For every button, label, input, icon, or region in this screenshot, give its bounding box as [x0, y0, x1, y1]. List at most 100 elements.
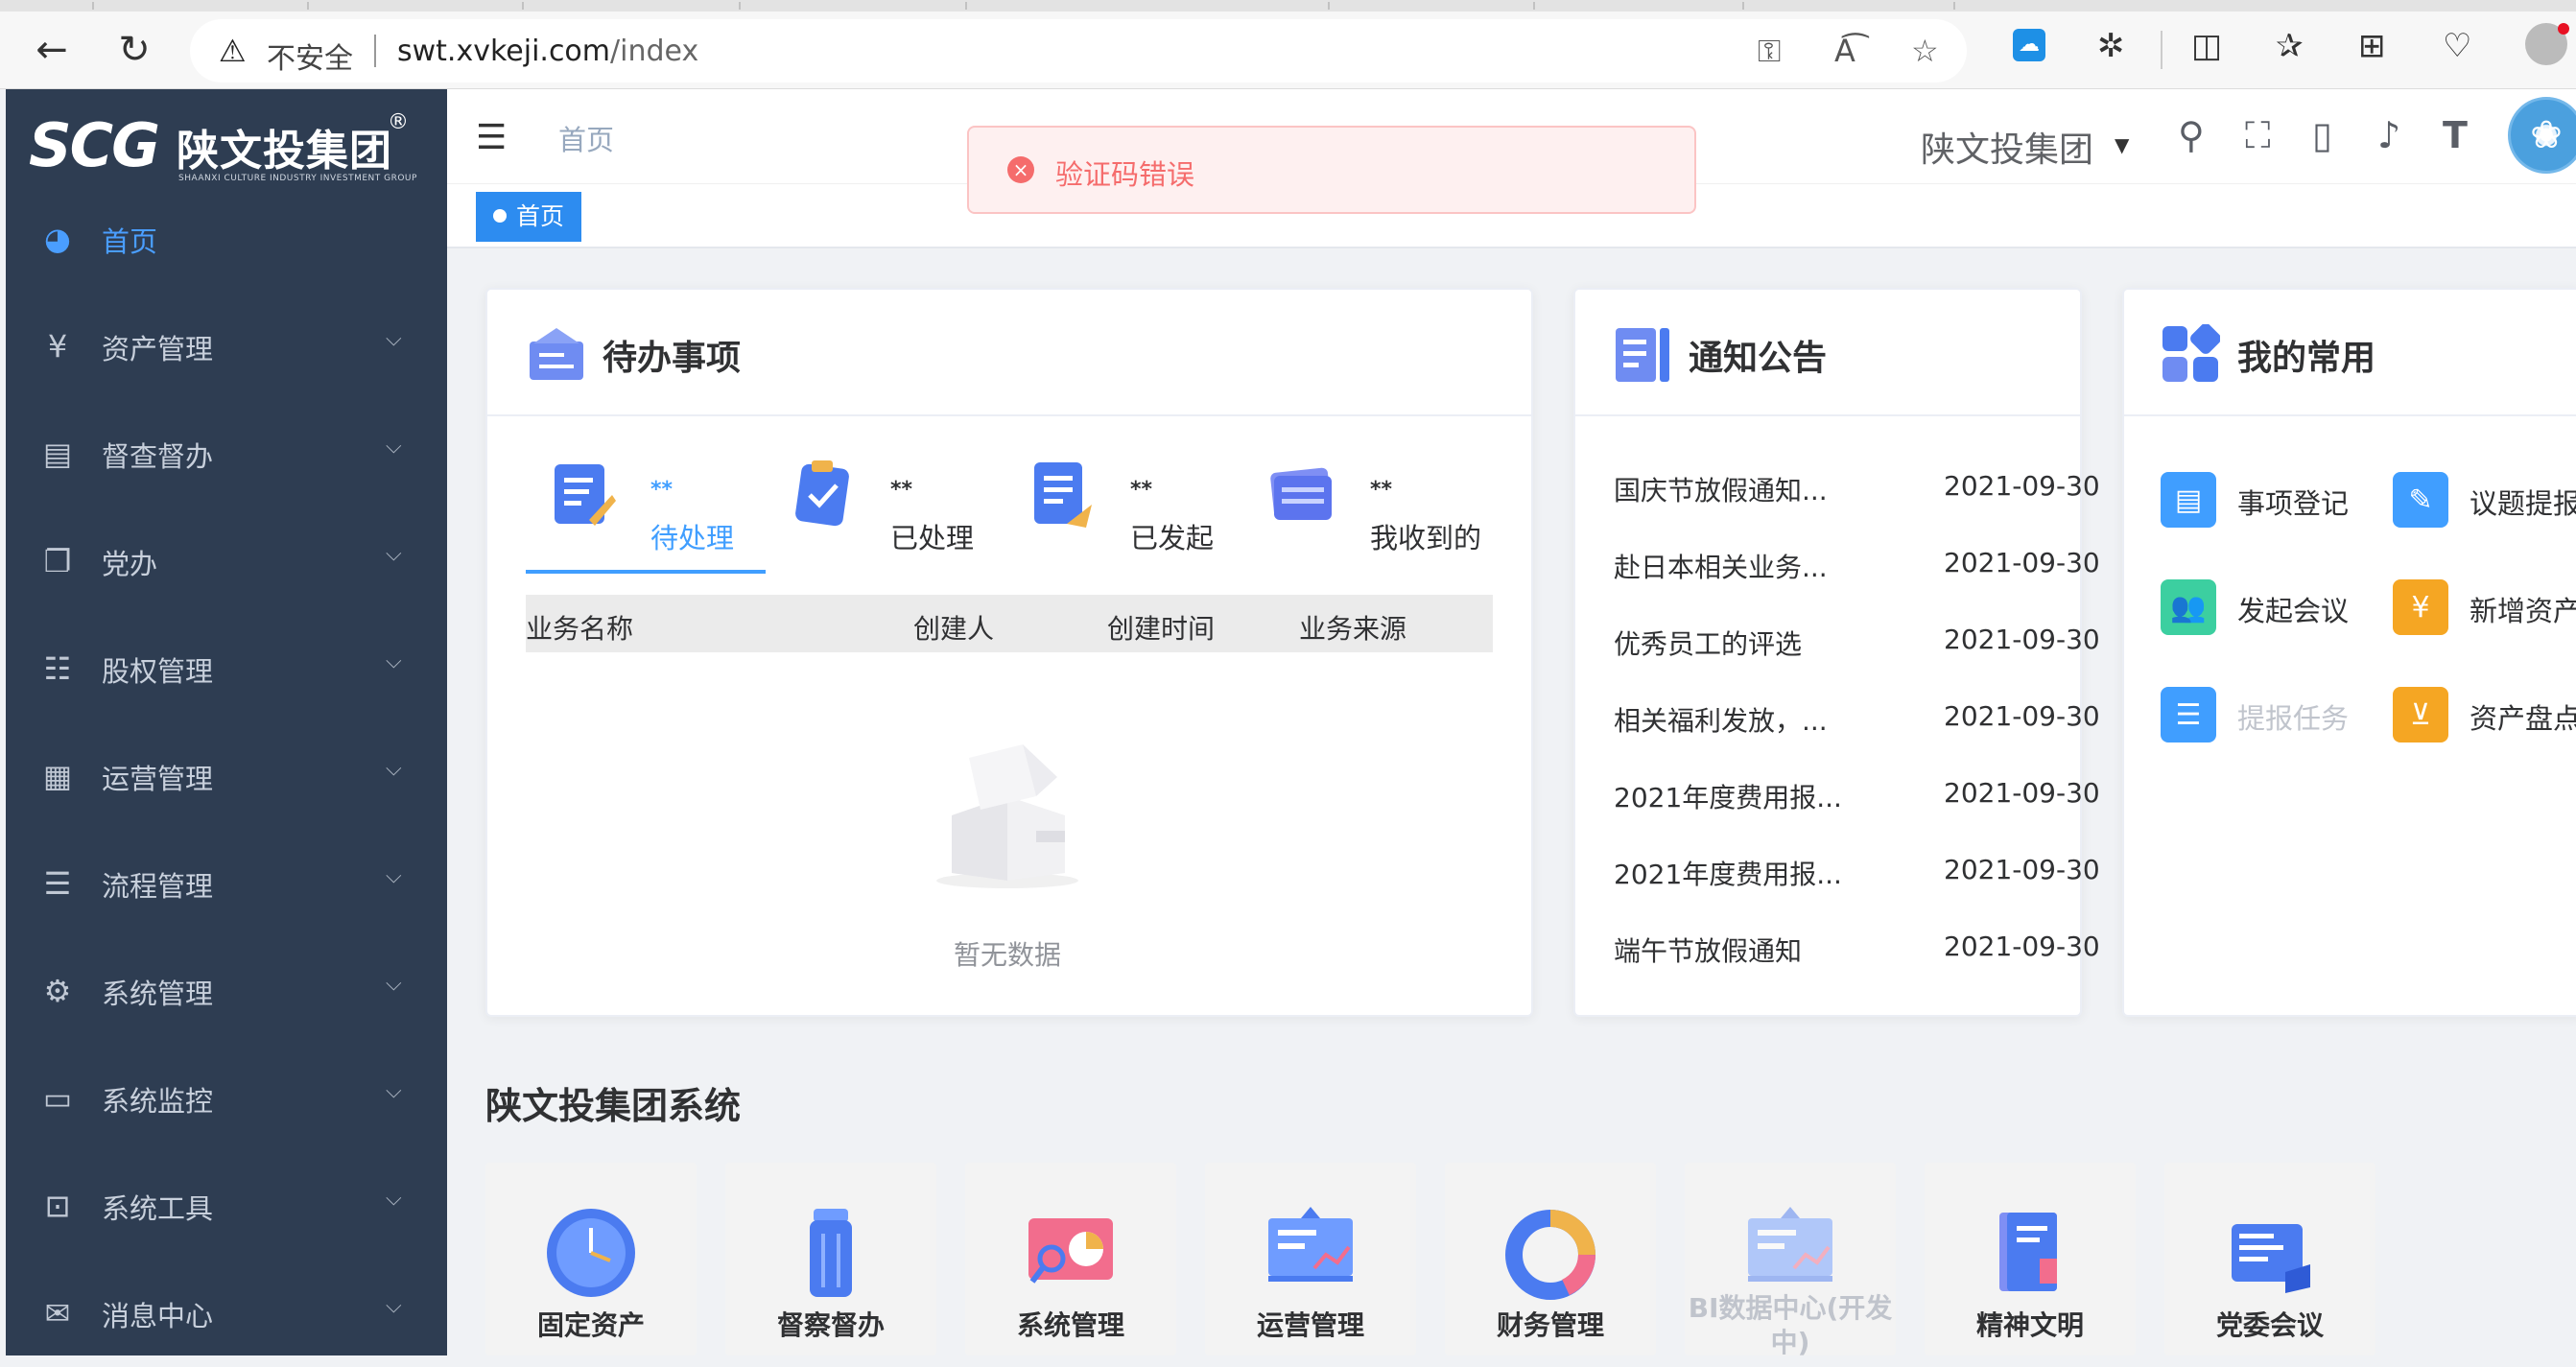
system-tile-civilization[interactable]: 精神文明 [1925, 1163, 2136, 1355]
todo-card: 待办事项 ** 待处理 ** 已处理 ** 已发起 ** 我收到的 业务名称 创… [485, 288, 1533, 1017]
notice-item[interactable]: 赴日本相关业务... 2021-09-30 [1614, 547, 2100, 585]
menu-toggle-icon[interactable]: ☰ [476, 118, 507, 157]
sidebar-item-home[interactable]: ◕ 首页 [6, 185, 447, 293]
key-icon[interactable]: ⚿ [1758, 33, 1781, 70]
sidebar-item-equity[interactable]: ☷ 股权管理 ⌵ [6, 615, 447, 722]
tag-dot-icon [493, 209, 507, 223]
favorites-icon[interactable]: ✰ [2276, 27, 2304, 65]
chevron-down-icon: ⌵ [386, 1294, 402, 1318]
system-tile-operations[interactable]: 运营管理 [1205, 1163, 1416, 1355]
tab-count: ** [1130, 478, 1153, 502]
font-size-icon[interactable]: T [2443, 114, 2468, 156]
favorite-star-icon[interactable]: ☆ [1911, 33, 1939, 69]
tab-pending[interactable]: ** 待处理 [526, 434, 766, 554]
search-icon[interactable]: ⚲ [2178, 114, 2205, 156]
sidebar-item-party-office[interactable]: ❐ 党办 ⌵ [6, 507, 447, 615]
notice-title: 优秀员工的评选 [1614, 628, 1803, 660]
grid-icon: ▦ [42, 758, 73, 794]
donut-chart-icon [1505, 1210, 1595, 1300]
cloud-extension-icon[interactable]: ☁ [2013, 29, 2045, 61]
collections-icon[interactable]: ⊞ [2358, 27, 2386, 65]
system-tile-fixed-assets[interactable]: 固定资产 [485, 1163, 697, 1355]
tab-initiated[interactable]: ** 已发起 [1005, 434, 1245, 554]
avatar[interactable]: ❀ [2508, 97, 2576, 174]
sidebar-item-operations[interactable]: ▦ 运营管理 ⌵ [6, 722, 447, 830]
sidebar-item-assets[interactable]: ¥ 资产管理 ⌵ [6, 293, 447, 400]
notice-item[interactable]: 2021年度费用报... 2021-09-30 [1614, 777, 2100, 815]
split-screen-icon[interactable]: ◫ [2191, 27, 2222, 65]
card-title: 待办事项 [603, 339, 742, 378]
notice-title: 2021年度费用报... [1614, 859, 1842, 890]
system-tile-system-management[interactable]: 系统管理 [965, 1163, 1176, 1355]
fav-item-add-asset[interactable]: ¥ 新增资产 [2393, 579, 2576, 637]
tab-processed[interactable]: ** 已处理 [766, 434, 1005, 554]
url-separator [374, 35, 376, 67]
fav-item-meeting[interactable]: 👥 发起会议 [2161, 579, 2400, 637]
fullscreen-icon[interactable]: ⛶ [2245, 114, 2271, 157]
url-host: swt.xvkeji.com [397, 35, 611, 68]
column-header: 创建人 [913, 613, 995, 645]
org-switcher[interactable]: 陕文投集团 [1921, 122, 2093, 172]
chevron-down-icon: ⌵ [386, 972, 402, 996]
chevron-down-icon: ⌵ [386, 327, 402, 351]
sidebar-item-workflow[interactable]: ☰ 流程管理 ⌵ [6, 830, 447, 937]
tag-home[interactable]: 首页 [476, 192, 582, 242]
sidebar-item-system-monitor[interactable]: ▭ 系统监控 ⌵ [6, 1045, 447, 1152]
clock-icon [547, 1209, 635, 1297]
address-bar[interactable]: ⚠ 不安全 swt.xvkeji.com/index ⚿ A͡ ☆ [190, 19, 1967, 82]
system-tile-supervision[interactable]: 督察督办 [725, 1163, 936, 1355]
sidebar-item-system-tools[interactable]: ⊡ 系统工具 ⌵ [6, 1152, 447, 1260]
sidebar-item-system-management[interactable]: ⚙ 系统管理 ⌵ [6, 937, 447, 1045]
notice-item[interactable]: 相关福利发放，... 2021-09-30 [1614, 700, 2100, 739]
sidebar-item-label: 系统监控 [102, 1085, 214, 1118]
book-icon [1999, 1213, 2057, 1291]
fav-item-topic[interactable]: ✎ 议题提报 [2393, 472, 2576, 530]
breadcrumb[interactable]: 首页 [558, 118, 614, 158]
fav-label: 发起会议 [2237, 595, 2350, 627]
toolbox-icon: ⊡ [44, 1188, 71, 1224]
fav-item-register[interactable]: ▤ 事项登记 [2161, 472, 2400, 530]
warning-icon: ⚠ [219, 33, 247, 69]
notice-item[interactable]: 优秀员工的评选 2021-09-30 [1614, 624, 2100, 662]
notice-list-icon [1616, 328, 1669, 382]
system-tile-party-committee[interactable]: 党委会议 [2164, 1163, 2375, 1355]
sidebar-item-label: 资产管理 [102, 333, 214, 365]
document-icon[interactable]: ▯ [2312, 114, 2332, 156]
logo: SCG 陕文投集团 ® SHAANXI CULTURE INDUSTRY INV… [29, 110, 432, 183]
tab-received[interactable]: ** 我收到的 [1245, 434, 1485, 554]
back-button[interactable]: ← [25, 23, 79, 77]
monitor-icon: ▭ [42, 1080, 73, 1117]
sidebar-item-label: 系统管理 [102, 978, 214, 1010]
sidebar-item-messages[interactable]: ✉ 消息中心 ⌵ [6, 1260, 447, 1367]
notice-item[interactable]: 国庆节放假通知... 2021-09-30 [1614, 470, 2100, 508]
topic-icon: ✎ [2393, 472, 2448, 528]
registered-mark: ® [388, 110, 409, 134]
chevron-down-icon: ⌵ [386, 864, 402, 888]
notice-item[interactable]: 2021年度费用报... 2021-09-30 [1614, 854, 2100, 892]
system-tile-bi-center[interactable]: BI数据中心(开发中) [1685, 1163, 1896, 1358]
notification-dot-icon [2558, 23, 2569, 35]
performance-icon[interactable]: ♡ [2443, 27, 2471, 65]
notice-card-header: 通知公告 [1575, 290, 2080, 416]
todo-table-header: 业务名称 创建人 创建时间 业务来源 [526, 595, 1493, 652]
sidebar-item-supervision[interactable]: ▤ 督查督办 ⌵ [6, 400, 447, 507]
notice-date: 2021-09-30 [1944, 854, 2100, 885]
bell-icon[interactable]: ♪ [2377, 114, 2400, 156]
fav-item-submit-task[interactable]: ☰ 提报任务 [2161, 687, 2400, 744]
fav-item-inventory[interactable]: ⊻ 资产盘点 [2393, 687, 2576, 744]
extensions-icon[interactable]: ✲ [2097, 27, 2125, 65]
trash-can-icon [810, 1209, 852, 1297]
caret-down-icon[interactable]: ▼ [2115, 133, 2129, 156]
card-title: 我的常用 [2237, 339, 2376, 378]
flower-icon: ❀ [2530, 113, 2563, 157]
reload-button[interactable]: ↻ [107, 23, 161, 77]
sidebar-item-label: 消息中心 [102, 1300, 214, 1332]
tag-label: 首页 [516, 202, 565, 230]
column-header: 业务名称 [526, 613, 634, 645]
pending-icon [555, 464, 616, 526]
system-tile-finance[interactable]: 财务管理 [1445, 1163, 1656, 1355]
logo-company-name: 陕文投集团 [177, 127, 392, 176]
notice-item[interactable]: 端午节放假通知 2021-09-30 [1614, 931, 2100, 969]
read-aloud-icon[interactable]: A͡ [1834, 33, 1855, 69]
browser-toolbar: ← ↻ ⚠ 不安全 swt.xvkeji.com/index ⚿ A͡ ☆ ☁ … [0, 0, 2576, 89]
